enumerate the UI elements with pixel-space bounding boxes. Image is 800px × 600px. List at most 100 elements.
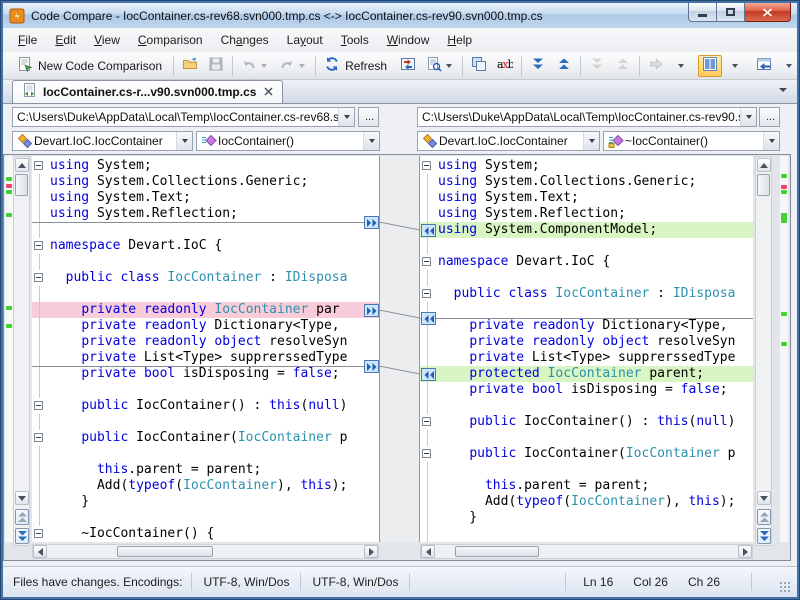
redo-button[interactable] bbox=[275, 55, 311, 77]
code-line[interactable] bbox=[420, 462, 753, 478]
scroll-left-button[interactable] bbox=[33, 545, 47, 558]
dropdown-arrow-icon[interactable] bbox=[678, 64, 684, 71]
comparison-report-button[interactable] bbox=[422, 55, 458, 77]
left-horizontal-scrollbar[interactable] bbox=[32, 544, 379, 559]
code-line[interactable]: } bbox=[420, 510, 753, 526]
code-line[interactable]: namespace Devart.IoC { bbox=[32, 238, 379, 254]
dropdown-arrow-icon[interactable] bbox=[583, 132, 599, 150]
open-comparison-button[interactable] bbox=[178, 55, 202, 77]
code-line[interactable]: } bbox=[32, 494, 379, 510]
code-line[interactable]: private readonly Dictionary<Type, bbox=[32, 318, 379, 334]
new-code-comparison-button[interactable]: New Code Comparison bbox=[13, 55, 169, 77]
menu-layout[interactable]: Layout bbox=[278, 30, 332, 50]
code-line[interactable]: protected IocContainer parent; bbox=[420, 366, 753, 382]
save-button[interactable] bbox=[204, 55, 228, 77]
code-line[interactable]: using System; bbox=[32, 158, 379, 174]
next-conflict-button[interactable] bbox=[585, 55, 609, 77]
scroll-thumb[interactable] bbox=[455, 546, 539, 557]
next-change-button[interactable] bbox=[15, 528, 29, 544]
fold-collapse-icon[interactable] bbox=[32, 430, 46, 446]
code-line[interactable]: private readonly object resolveSyn bbox=[420, 334, 753, 350]
right-browse-button[interactable]: ... bbox=[759, 107, 780, 127]
code-line[interactable] bbox=[420, 302, 753, 318]
fold-collapse-icon[interactable] bbox=[32, 158, 46, 174]
dropdown-arrow-icon[interactable] bbox=[786, 64, 792, 71]
document-tab[interactable]: IocContainer.cs-r...v90.svn000.tmp.cs bbox=[12, 80, 283, 103]
code-line[interactable]: this.parent = parent; bbox=[32, 462, 379, 478]
next-difference-button[interactable] bbox=[526, 55, 550, 77]
menu-comparison[interactable]: Comparison bbox=[129, 30, 212, 50]
dropdown-arrow-icon[interactable] bbox=[763, 132, 779, 150]
copy-to-right-button[interactable] bbox=[364, 304, 379, 317]
scroll-down-button[interactable] bbox=[757, 491, 771, 505]
tab-list-dropdown-icon[interactable] bbox=[779, 88, 787, 96]
menu-edit[interactable]: Edit bbox=[46, 30, 85, 50]
scroll-thumb[interactable] bbox=[15, 174, 28, 196]
code-line[interactable] bbox=[32, 510, 379, 526]
dropdown-arrow-icon[interactable] bbox=[338, 108, 354, 126]
resize-grip[interactable] bbox=[779, 581, 792, 594]
copy-to-right-button[interactable] bbox=[364, 216, 379, 229]
code-line[interactable]: private bool isDisposing = false; bbox=[420, 382, 753, 398]
previous-change-button[interactable] bbox=[15, 509, 29, 525]
fold-collapse-icon[interactable] bbox=[420, 254, 434, 270]
code-line[interactable]: using System.ComponentModel; bbox=[420, 222, 753, 238]
code-line[interactable]: public IocContainer(IocContainer p bbox=[32, 430, 379, 446]
fold-collapse-icon[interactable] bbox=[32, 526, 46, 542]
code-line[interactable] bbox=[32, 222, 379, 238]
previous-conflict-button[interactable] bbox=[611, 55, 635, 77]
code-line[interactable] bbox=[420, 526, 753, 542]
dropdown-arrow-icon[interactable] bbox=[446, 64, 452, 71]
scroll-up-button[interactable] bbox=[757, 158, 771, 172]
tab-close-icon[interactable] bbox=[264, 83, 273, 101]
dropdown-arrow-icon[interactable] bbox=[299, 64, 305, 71]
refresh-button[interactable]: Refresh bbox=[320, 55, 394, 77]
code-line[interactable]: Add(typeof(IocContainer), this); bbox=[420, 494, 753, 510]
fold-collapse-icon[interactable] bbox=[420, 286, 434, 302]
menu-view[interactable]: View bbox=[85, 30, 129, 50]
code-line[interactable]: public IocContainer() : this(null) bbox=[420, 414, 753, 430]
code-line[interactable]: public IocContainer(IocContainer p bbox=[420, 446, 753, 462]
scroll-left-button[interactable] bbox=[421, 545, 435, 558]
dropdown-arrow-icon[interactable] bbox=[363, 132, 379, 150]
next-change-button[interactable] bbox=[757, 528, 771, 544]
maximize-button[interactable] bbox=[717, 3, 745, 22]
copy-to-left-button[interactable] bbox=[421, 368, 436, 381]
code-line[interactable] bbox=[420, 270, 753, 286]
fold-collapse-icon[interactable] bbox=[420, 158, 434, 174]
code-line[interactable] bbox=[420, 430, 753, 446]
dropdown-arrow-icon[interactable] bbox=[740, 108, 756, 126]
code-line[interactable] bbox=[32, 286, 379, 302]
menu-file[interactable]: File bbox=[9, 30, 46, 50]
code-line[interactable]: using System.Collections.Generic; bbox=[32, 174, 379, 190]
code-line[interactable]: Add(typeof(IocContainer), this); bbox=[32, 478, 379, 494]
layout-options-button[interactable] bbox=[724, 55, 744, 77]
code-line[interactable]: using System.Text; bbox=[420, 190, 753, 206]
code-line[interactable]: private List<Type> supprerssedType bbox=[32, 350, 379, 366]
scroll-right-button[interactable] bbox=[364, 545, 378, 558]
left-member-combo[interactable]: IocContainer() bbox=[196, 131, 380, 151]
code-line[interactable]: public class IocContainer : IDisposa bbox=[420, 286, 753, 302]
code-line[interactable]: namespace Devart.IoC { bbox=[420, 254, 753, 270]
previous-difference-button[interactable] bbox=[552, 55, 576, 77]
right-type-combo[interactable]: Devart.IoC.IocContainer bbox=[417, 131, 600, 151]
dropdown-arrow-icon[interactable] bbox=[261, 64, 267, 71]
code-line[interactable]: public IocContainer() : this(null) bbox=[32, 398, 379, 414]
code-line[interactable]: private readonly object resolveSyn bbox=[32, 334, 379, 350]
code-line[interactable] bbox=[32, 446, 379, 462]
left-file-path-combo[interactable]: C:\Users\Duke\AppData\Local\Temp\IocCont… bbox=[12, 107, 355, 127]
code-line[interactable]: using System.Text; bbox=[32, 190, 379, 206]
copy-to-left-button[interactable] bbox=[421, 224, 436, 237]
close-button[interactable] bbox=[745, 3, 791, 22]
apply-change-button[interactable] bbox=[644, 55, 668, 77]
code-line[interactable] bbox=[420, 238, 753, 254]
code-line[interactable]: using System.Collections.Generic; bbox=[420, 174, 753, 190]
left-vertical-scrollbar[interactable] bbox=[13, 156, 30, 546]
minimize-button[interactable] bbox=[688, 3, 717, 22]
left-browse-button[interactable]: ... bbox=[358, 107, 379, 127]
scroll-up-button[interactable] bbox=[15, 158, 29, 172]
scroll-right-button[interactable] bbox=[738, 545, 752, 558]
code-line[interactable]: using System.Reflection; bbox=[32, 206, 379, 222]
code-line[interactable]: ~IocContainer() { bbox=[32, 526, 379, 542]
previous-change-button[interactable] bbox=[757, 509, 771, 525]
